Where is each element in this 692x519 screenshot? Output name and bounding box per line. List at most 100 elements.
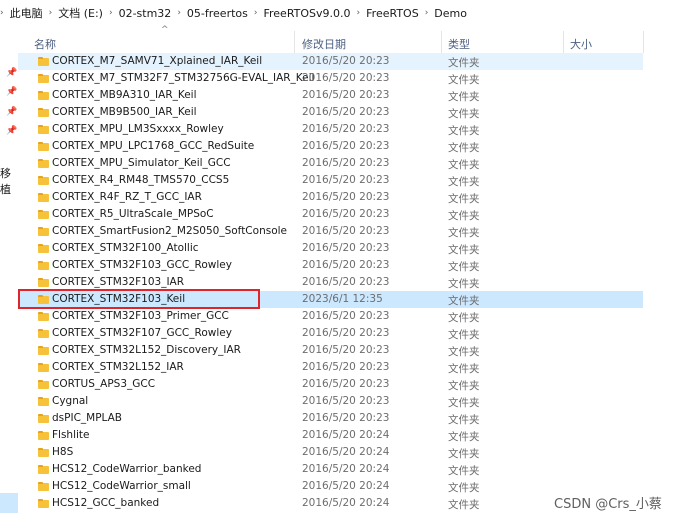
- file-name: HCS12_CodeWarrior_banked: [52, 463, 202, 475]
- file-type: 文件夹: [448, 210, 480, 222]
- pin-icon[interactable]: 📌: [6, 108, 17, 117]
- file-row[interactable]: CORTEX_STM32F107_GCC_Rowley 2016/5/20 20:…: [18, 325, 643, 342]
- file-modified: 2016/5/20 20:23: [302, 327, 390, 339]
- chevron-right-icon[interactable]: ›: [0, 8, 4, 18]
- file-modified: 2016/5/20 20:23: [302, 242, 390, 254]
- column-modified[interactable]: 修改日期: [302, 36, 346, 52]
- file-name: CORTEX_R4_RM48_TMS570_CCS5: [52, 174, 230, 186]
- nav-selected-item[interactable]: [0, 493, 18, 513]
- file-row[interactable]: Flshlite 2016/5/20 20:24 文件夹: [18, 427, 643, 444]
- folder-icon: [38, 193, 49, 202]
- chevron-right-icon[interactable]: ›: [254, 8, 258, 18]
- file-row[interactable]: CORTEX_STM32L152_IAR 2016/5/20 20:23 文件夹: [18, 359, 643, 376]
- file-name: CORTEX_MB9A310_IAR_Keil: [52, 89, 197, 101]
- folder-icon: [38, 414, 49, 423]
- column-type[interactable]: 类型: [448, 36, 470, 52]
- file-row[interactable]: HCS12_CodeWarrior_banked 2016/5/20 20:24 文…: [18, 461, 643, 478]
- file-name: CORTUS_APS3_GCC: [52, 378, 156, 390]
- breadcrumb-item[interactable]: 02-stm32: [119, 7, 172, 20]
- pin-icon[interactable]: 📌: [6, 88, 17, 97]
- column-divider[interactable]: [441, 31, 442, 53]
- chevron-right-icon[interactable]: ›: [177, 8, 181, 18]
- file-row[interactable]: CORTEX_R4F_RZ_T_GCC_IAR 2016/5/20 20:23 文件…: [18, 189, 643, 206]
- column-size[interactable]: 大小: [570, 36, 592, 52]
- file-name: CORTEX_STM32F103_IAR: [52, 276, 185, 288]
- column-name[interactable]: 名称: [34, 36, 56, 52]
- column-divider[interactable]: [643, 31, 644, 53]
- column-divider[interactable]: [563, 31, 564, 53]
- file-modified: 2016/5/20 20:23: [302, 89, 390, 101]
- chevron-right-icon[interactable]: ›: [357, 8, 361, 18]
- file-row[interactable]: Cygnal 2016/5/20 20:23 文件夹: [18, 393, 643, 410]
- folder-icon: [38, 346, 49, 355]
- file-name: CORTEX_R5_UltraScale_MPSoC: [52, 208, 214, 220]
- breadcrumb-item[interactable]: Demo: [434, 7, 467, 20]
- file-modified: 2016/5/20 20:23: [302, 72, 390, 84]
- column-divider[interactable]: [294, 31, 295, 53]
- folder-icon: [38, 261, 49, 270]
- breadcrumb-item[interactable]: FreeRTOSv9.0.0: [263, 7, 350, 20]
- file-type: 文件夹: [448, 346, 480, 358]
- file-name: CORTEX_M7_STM32F7_STM32756G-EVAL_IAR_Kei…: [52, 72, 315, 84]
- file-type: 文件夹: [448, 278, 480, 290]
- file-name: CORTEX_R4F_RZ_T_GCC_IAR: [52, 191, 202, 203]
- nav-item-label[interactable]: 移植: [0, 165, 18, 197]
- file-row[interactable]: CORTEX_SmartFusion2_M2S050_SoftConsole 20…: [18, 223, 643, 240]
- file-type: 文件夹: [448, 91, 480, 103]
- file-type: 文件夹: [448, 244, 480, 256]
- breadcrumb-item[interactable]: 05-freertos: [187, 7, 248, 20]
- breadcrumb-item[interactable]: FreeRTOS: [366, 7, 419, 20]
- file-row[interactable]: CORTEX_MPU_Simulator_Keil_GCC 2016/5/20 2…: [18, 155, 643, 172]
- file-row[interactable]: CORTEX_R5_UltraScale_MPSoC 2016/5/20 20:2…: [18, 206, 643, 223]
- folder-icon: [38, 431, 49, 440]
- folder-icon: [38, 159, 49, 168]
- file-modified: 2016/5/20 20:24: [302, 429, 390, 441]
- file-row[interactable]: HCS12_GCC_banked 2016/5/20 20:24 文件夹: [18, 495, 643, 512]
- folder-icon: [38, 363, 49, 372]
- file-row[interactable]: CORTEX_MPU_LPC1768_GCC_RedSuite 2016/5/20…: [18, 138, 643, 155]
- file-type: 文件夹: [448, 312, 480, 324]
- pin-icon[interactable]: 📌: [6, 127, 17, 136]
- file-name: Flshlite: [52, 429, 90, 441]
- file-modified: 2016/5/20 20:23: [302, 55, 390, 67]
- folder-icon: [38, 244, 49, 253]
- file-row[interactable]: CORTEX_MB9A310_IAR_Keil 2016/5/20 20:23 文件…: [18, 87, 643, 104]
- file-row[interactable]: CORTEX_MPU_LM3Sxxxx_Rowley 2016/5/20 20:2…: [18, 121, 643, 138]
- chevron-right-icon[interactable]: ›: [49, 8, 53, 18]
- file-modified: 2016/5/20 20:23: [302, 140, 390, 152]
- file-row[interactable]: CORTEX_R4_RM48_TMS570_CCS5 2016/5/20 20:2…: [18, 172, 643, 189]
- file-type: 文件夹: [448, 380, 480, 392]
- file-name: CORTEX_STM32F103_GCC_Rowley: [52, 259, 232, 271]
- breadcrumb-item[interactable]: 此电脑: [10, 5, 43, 21]
- file-row[interactable]: H8S 2016/5/20 20:24 文件夹: [18, 444, 643, 461]
- folder-icon: [38, 176, 49, 185]
- file-name: HCS12_CodeWarrior_small: [52, 480, 191, 492]
- file-row[interactable]: CORTEX_STM32F103_IAR 2016/5/20 20:23 文件夹: [18, 274, 643, 291]
- file-row[interactable]: CORTEX_STM32F100_Atollic 2016/5/20 20:23 文…: [18, 240, 643, 257]
- chevron-right-icon[interactable]: ›: [109, 8, 113, 18]
- pin-icon[interactable]: 📌: [6, 69, 17, 78]
- file-row[interactable]: CORTEX_STM32L152_Discovery_IAR 2016/5/20 …: [18, 342, 643, 359]
- file-row[interactable]: CORTEX_STM32F103_GCC_Rowley 2016/5/20 20:…: [18, 257, 643, 274]
- file-type: 文件夹: [448, 108, 480, 120]
- file-row[interactable]: CORTEX_M7_SAMV71_Xplained_IAR_Keil 2016/5…: [18, 53, 643, 70]
- file-row[interactable]: dsPIC_MPLAB 2016/5/20 20:23 文件夹: [18, 410, 643, 427]
- file-row[interactable]: CORTEX_MB9B500_IAR_Keil 2016/5/20 20:23 文件…: [18, 104, 643, 121]
- chevron-right-icon[interactable]: ›: [425, 8, 429, 18]
- folder-icon: [38, 142, 49, 151]
- address-bar[interactable]: › 此电脑 › 文档 (E:) › 02-stm32 › 05-freertos › FreeRT…: [0, 0, 692, 24]
- file-modified: 2016/5/20 20:23: [302, 225, 390, 237]
- file-row[interactable]: CORTUS_APS3_GCC 2016/5/20 20:23 文件夹: [18, 376, 643, 393]
- file-modified: 2016/5/20 20:23: [302, 361, 390, 373]
- file-row[interactable]: CORTEX_STM32F103_Primer_GCC 2016/5/20 20:…: [18, 308, 643, 325]
- file-name: CORTEX_STM32F107_GCC_Rowley: [52, 327, 232, 339]
- folder-icon: [38, 278, 49, 287]
- file-row[interactable]: CORTEX_M7_STM32F7_STM32756G-EVAL_IAR_Kei…: [18, 70, 643, 87]
- file-name: CORTEX_STM32F100_Atollic: [52, 242, 199, 254]
- breadcrumb-item[interactable]: 文档 (E:): [58, 5, 103, 21]
- file-row[interactable]: CORTEX_STM32F103_Keil 2023/6/1 12:35 文件夹: [18, 291, 643, 308]
- file-type: 文件夹: [448, 448, 480, 460]
- folder-icon: [38, 380, 49, 389]
- file-row[interactable]: HCS12_CodeWarrior_small 2016/5/20 20:24 文件…: [18, 478, 643, 495]
- file-modified: 2016/5/20 20:24: [302, 480, 390, 492]
